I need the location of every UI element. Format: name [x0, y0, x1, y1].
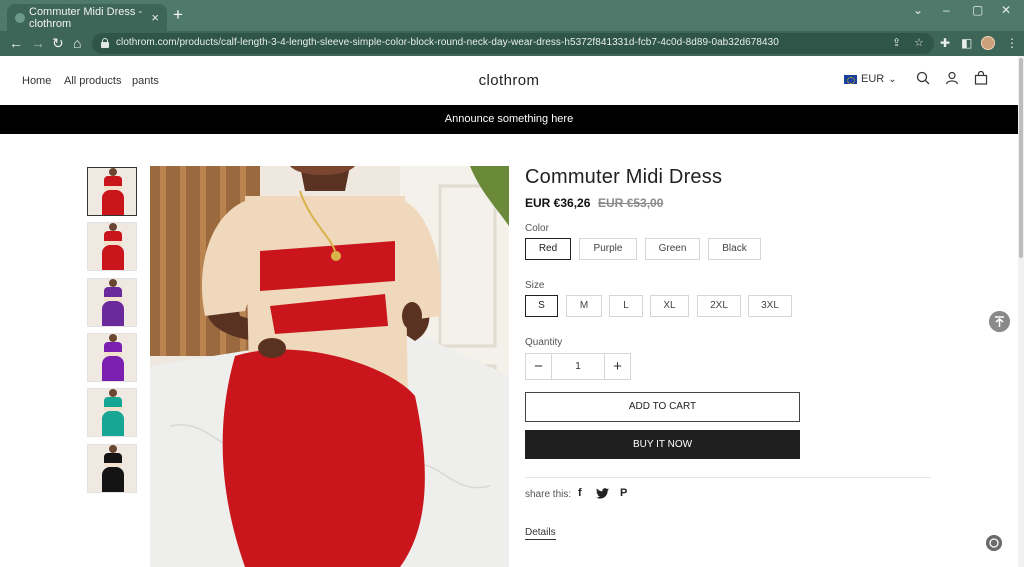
home-button[interactable]: ⌂: [73, 35, 81, 51]
side-panel-icon[interactable]: ◧: [961, 36, 972, 50]
forward-button[interactable]: →: [31, 35, 45, 51]
product-thumbnail[interactable]: [87, 444, 137, 493]
buy-it-now-button[interactable]: BUY IT NOW: [525, 430, 800, 459]
reload-button[interactable]: ↻: [52, 35, 64, 51]
back-button[interactable]: ←: [9, 35, 23, 51]
tab-close-icon[interactable]: ×: [151, 10, 159, 25]
decrease-quantity-button[interactable]: −: [526, 354, 552, 379]
size-option-3xl[interactable]: 3XL: [748, 295, 792, 317]
color-option-purple[interactable]: Purple: [579, 238, 637, 260]
facebook-icon[interactable]: f: [578, 487, 582, 499]
size-option-xl[interactable]: XL: [650, 295, 689, 317]
quantity-input[interactable]: 1: [552, 354, 604, 379]
new-tab-button[interactable]: +: [173, 6, 183, 24]
divider: [525, 477, 931, 478]
browser-tab[interactable]: Commuter Midi Dress - clothrom ×: [7, 4, 167, 31]
announcement-bar: Announce something here: [0, 105, 1018, 134]
account-icon[interactable]: [945, 71, 959, 85]
color-label: Color: [525, 223, 549, 234]
compare-at-price: EUR €53,00: [598, 196, 664, 210]
lock-icon: [101, 38, 109, 48]
site-favicon-icon: [15, 13, 25, 23]
close-window-button[interactable]: ✕: [1001, 3, 1011, 17]
size-option-2xl[interactable]: 2XL: [697, 295, 741, 317]
size-option-s[interactable]: S: [525, 295, 558, 317]
eu-flag-icon: [844, 74, 857, 84]
browser-menu-icon[interactable]: ⋮: [1006, 36, 1018, 50]
product-thumbnail[interactable]: [87, 167, 137, 216]
search-icon[interactable]: [916, 71, 930, 85]
add-to-cart-button[interactable]: ADD TO CART: [525, 392, 800, 422]
increase-quantity-button[interactable]: +: [604, 354, 630, 379]
main-product-image[interactable]: [150, 166, 509, 567]
share-label: share this:: [525, 489, 572, 500]
bookmark-star-icon[interactable]: ☆: [914, 36, 924, 49]
address-bar[interactable]: clothrom.com/products/calf-length-3-4-le…: [92, 33, 934, 54]
color-option-red[interactable]: Red: [525, 238, 571, 260]
store-header: Home All products pants clothrom EUR ⌄: [0, 56, 1018, 105]
back-to-top-icon[interactable]: [989, 311, 1010, 332]
browser-toolbar: ← → ↻ ⌂ clothrom.com/products/calf-lengt…: [0, 31, 1024, 56]
cart-icon[interactable]: [974, 71, 988, 85]
profile-avatar[interactable]: [981, 36, 995, 50]
share-page-icon[interactable]: ⇪: [892, 36, 901, 49]
url-text[interactable]: clothrom.com/products/calf-length-3-4-le…: [116, 37, 779, 48]
currency-code: EUR: [861, 73, 885, 85]
quantity-label: Quantity: [525, 337, 563, 348]
product-photo: [150, 166, 509, 567]
chevron-down-icon: ⌄: [888, 73, 897, 85]
product-thumbnail[interactable]: [87, 278, 137, 327]
product-thumbnail[interactable]: [87, 222, 137, 271]
extensions-icon[interactable]: ✚: [940, 36, 950, 50]
product-title: Commuter Midi Dress: [525, 166, 723, 188]
browser-tab-bar: Commuter Midi Dress - clothrom × + ⌄ – ▢…: [0, 0, 1024, 31]
minimize-button[interactable]: –: [943, 3, 950, 17]
tab-search-icon[interactable]: ⌄: [913, 3, 923, 17]
product-thumbnail[interactable]: [87, 388, 137, 437]
color-option-black[interactable]: Black: [708, 238, 761, 260]
size-label: Size: [525, 280, 545, 291]
color-option-green[interactable]: Green: [645, 238, 700, 260]
quantity-stepper: − 1 +: [525, 353, 631, 380]
page-scrollbar[interactable]: [1018, 56, 1024, 567]
pinterest-icon[interactable]: P: [620, 487, 627, 499]
maximize-button[interactable]: ▢: [972, 3, 983, 17]
size-option-l[interactable]: L: [609, 295, 643, 317]
twitter-icon[interactable]: [596, 488, 609, 499]
product-thumbnail[interactable]: [87, 333, 137, 382]
size-option-m[interactable]: M: [566, 295, 602, 317]
details-tab[interactable]: Details: [525, 527, 556, 540]
sale-price: EUR €36,26: [525, 196, 591, 210]
scrollbar-thumb[interactable]: [1019, 58, 1023, 258]
tab-title: Commuter Midi Dress - clothrom: [29, 5, 143, 30]
currency-selector[interactable]: EUR ⌄: [844, 73, 897, 85]
chat-support-icon[interactable]: [986, 535, 1002, 551]
